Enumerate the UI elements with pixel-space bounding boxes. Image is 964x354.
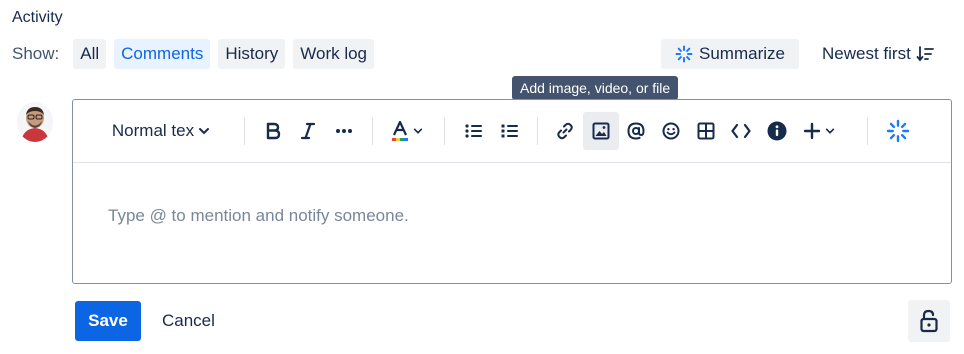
editor-toolbar: Normal tex	[73, 100, 951, 163]
avatar	[17, 102, 53, 142]
code-icon	[731, 123, 751, 139]
filter-comments-button[interactable]: Comments	[114, 39, 211, 69]
sparkle-icon	[675, 45, 693, 63]
show-label: Show:	[12, 44, 60, 63]
bullet-list-button[interactable]	[457, 112, 491, 150]
insert-image-button[interactable]	[583, 112, 619, 150]
activity-filter: Show: All Comments History Work log	[12, 39, 375, 69]
numbered-list-button[interactable]	[493, 112, 527, 150]
code-button[interactable]	[724, 112, 758, 150]
filter-history-button[interactable]: History	[218, 39, 286, 69]
link-button[interactable]	[548, 112, 582, 150]
numbered-list-icon	[501, 123, 519, 139]
toolbar-divider	[867, 117, 868, 145]
text-color-button[interactable]	[384, 112, 430, 150]
activity-heading: Activity	[12, 9, 63, 26]
more-formatting-button[interactable]	[327, 112, 361, 150]
summarize-button[interactable]: Summarize	[661, 39, 799, 69]
ai-sparkle-icon	[886, 119, 910, 143]
insert-more-button[interactable]	[796, 112, 842, 150]
italic-icon	[300, 122, 316, 140]
insert-plus-icon	[803, 122, 821, 140]
toolbar-divider	[372, 117, 373, 145]
info-icon	[767, 121, 787, 141]
image-icon	[592, 122, 610, 140]
mention-icon	[627, 122, 645, 140]
chevron-down-icon	[198, 125, 210, 137]
sort-descending-icon	[916, 45, 934, 63]
table-button[interactable]	[689, 112, 723, 150]
ai-assist-button[interactable]	[881, 112, 915, 150]
summarize-label: Summarize	[699, 44, 785, 63]
mention-button[interactable]	[619, 112, 653, 150]
link-icon	[556, 122, 574, 140]
cancel-button[interactable]: Cancel	[150, 301, 227, 341]
toolbar-divider	[537, 117, 538, 145]
info-panel-button[interactable]	[760, 112, 794, 150]
filter-all-button[interactable]: All	[73, 39, 107, 69]
italic-button[interactable]	[291, 112, 325, 150]
table-icon	[697, 122, 715, 140]
insert-media-tooltip: Add image, video, or file	[512, 76, 679, 100]
restrict-visibility-button[interactable]	[908, 300, 950, 342]
toolbar-divider	[444, 117, 445, 145]
filter-worklog-button[interactable]: Work log	[293, 39, 375, 69]
chevron-down-icon	[413, 126, 423, 136]
bold-icon	[265, 122, 281, 140]
save-button[interactable]: Save	[75, 301, 141, 341]
text-color-icon	[391, 120, 409, 142]
bold-button[interactable]	[256, 112, 290, 150]
emoji-button[interactable]	[654, 112, 688, 150]
more-formatting-icon	[335, 128, 353, 134]
toolbar-divider	[244, 117, 245, 145]
text-style-label: Normal tex	[111, 121, 195, 140]
comment-editor: Normal tex Type @ to mention and notify …	[72, 99, 952, 284]
comment-input[interactable]: Type @ to mention and notify someone.	[108, 206, 409, 226]
chevron-down-icon	[825, 126, 835, 136]
sort-order-button[interactable]: Newest first	[822, 39, 934, 69]
sort-label: Newest first	[822, 44, 911, 63]
text-style-dropdown[interactable]: Normal tex	[104, 112, 218, 150]
emoji-icon	[662, 122, 680, 140]
bullet-list-icon	[465, 123, 483, 139]
unlock-icon	[919, 309, 939, 333]
